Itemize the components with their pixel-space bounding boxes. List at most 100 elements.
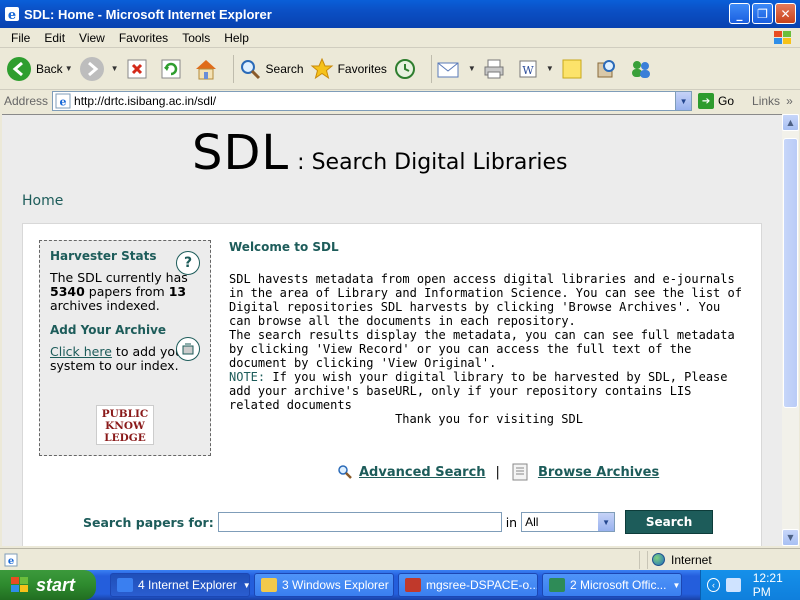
advanced-search-icon xyxy=(338,465,352,479)
research-button[interactable] xyxy=(594,57,622,81)
welcome-thanks: Thank you for visiting SDL xyxy=(395,412,583,426)
search-toolbar-button[interactable]: Search xyxy=(238,57,304,81)
windows-flag-icon xyxy=(774,31,791,44)
advanced-search-link[interactable]: Advanced Search xyxy=(359,465,486,480)
task-dropdown-icon: ▼ xyxy=(242,580,250,590)
address-url: http://drtc.isibang.ac.in/sdl/ xyxy=(74,94,217,108)
home-button[interactable] xyxy=(193,56,223,82)
menu-favorites[interactable]: Favorites xyxy=(112,31,175,45)
edit-button[interactable]: W ▼ xyxy=(516,57,554,81)
help-icon[interactable]: ? xyxy=(176,251,200,275)
welcome-section: Welcome to SDL SDL havests metadata from… xyxy=(229,240,749,426)
svg-text:W: W xyxy=(522,64,534,77)
welcome-note: NOTE: If you wish your digital library t… xyxy=(229,370,749,412)
stop-button[interactable] xyxy=(125,57,153,81)
sidebar-box: Harvester Stats ? The SDL currently has … xyxy=(39,240,211,456)
forward-dropdown-icon[interactable]: ▼ xyxy=(111,64,119,73)
start-button[interactable]: start xyxy=(0,570,96,600)
browser-viewport: SDL : Search Digital Libraries Home Harv… xyxy=(2,114,782,546)
links-toolbar[interactable]: Links xyxy=(752,94,780,108)
research-icon xyxy=(597,59,615,77)
add-archive-icon[interactable] xyxy=(176,337,200,361)
task-dspace-document[interactable]: mgsree-DSPACE-o... xyxy=(398,573,538,597)
address-bar: Address e http://drtc.isibang.ac.in/sdl/… xyxy=(0,90,800,112)
task-internet-explorer[interactable]: 4 Internet Explorer ▼ xyxy=(110,573,250,597)
search-button[interactable]: Search xyxy=(625,510,714,534)
scroll-up-icon[interactable]: ▲ xyxy=(782,114,799,131)
search-input[interactable] xyxy=(217,512,502,532)
go-button[interactable]: ➔ Go xyxy=(698,93,734,109)
archive-box-icon xyxy=(182,343,194,355)
menu-edit[interactable]: Edit xyxy=(37,31,72,45)
note-icon xyxy=(562,59,582,78)
tray-expand-icon[interactable]: ‹ xyxy=(707,578,721,592)
public-knowledge-logo[interactable]: PUBLIC KNOW LEDGE xyxy=(96,405,154,445)
mail-button[interactable]: ▼ xyxy=(436,57,476,81)
site-title-sub: : Search Digital Libraries xyxy=(297,150,568,175)
discuss-button[interactable] xyxy=(560,57,588,81)
vertical-scrollbar[interactable]: ▲ ▼ xyxy=(782,114,799,546)
browse-archives-link[interactable]: Browse Archives xyxy=(538,465,659,480)
history-icon xyxy=(394,58,415,79)
messenger-button[interactable] xyxy=(628,57,658,81)
title-bar: e SDL: Home - Microsoft Internet Explore… xyxy=(0,0,800,28)
logo-line-2: KNOW xyxy=(105,420,145,432)
network-icon[interactable] xyxy=(726,578,741,592)
add-archive-link[interactable]: Click here xyxy=(50,344,112,359)
links-chevron-icon[interactable]: » xyxy=(786,94,793,108)
menu-view[interactable]: View xyxy=(72,31,112,45)
welcome-heading: Welcome to SDL xyxy=(229,240,339,254)
edit-dropdown-icon[interactable]: ▼ xyxy=(546,64,554,73)
security-zone: Internet xyxy=(648,551,798,569)
stop-icon xyxy=(127,59,147,78)
task-windows-explorer[interactable]: 3 Windows Explorer ▼ xyxy=(254,573,394,597)
search-scope-select[interactable]: All ▼ xyxy=(521,512,616,532)
history-button[interactable] xyxy=(393,57,421,81)
printer-icon xyxy=(484,59,504,78)
maximize-button[interactable]: ❐ xyxy=(752,3,773,24)
refresh-button[interactable] xyxy=(159,57,187,81)
back-dropdown-icon[interactable]: ▼ xyxy=(65,64,73,73)
messenger-icon xyxy=(631,60,650,78)
zone-label: Internet xyxy=(671,552,712,567)
archives-count: 13 xyxy=(168,284,187,299)
internet-globe-icon xyxy=(652,553,665,566)
menu-tools[interactable]: Tools xyxy=(175,31,217,45)
magnifier-icon xyxy=(240,59,260,79)
task-microsoft-office[interactable]: 2 Microsoft Offic... ▼ xyxy=(542,573,682,597)
print-button[interactable] xyxy=(482,57,510,81)
go-arrow-icon: ➔ xyxy=(698,93,715,109)
go-label: Go xyxy=(718,94,735,108)
address-input[interactable]: e http://drtc.isibang.ac.in/sdl/ ▼ xyxy=(52,91,693,111)
minimize-button[interactable]: _ xyxy=(729,3,750,24)
favorites-button[interactable]: Favorites xyxy=(310,57,387,81)
toolbar: Back ▼ ▼ Search Favorites ▼ W ▼ xyxy=(0,48,800,90)
taskbar: start 4 Internet Explorer ▼ 3 Windows Ex… xyxy=(0,570,800,600)
forward-button[interactable]: ▼ xyxy=(79,56,119,82)
task-dropdown-icon: ▼ xyxy=(672,580,681,590)
add-archive-heading: Add Your Archive xyxy=(50,323,167,337)
back-label: Back xyxy=(36,61,63,76)
content-panel: Harvester Stats ? The SDL currently has … xyxy=(22,223,762,546)
mail-dropdown-icon[interactable]: ▼ xyxy=(468,64,476,73)
back-button[interactable]: Back ▼ xyxy=(6,56,73,82)
home-link[interactable]: Home xyxy=(22,193,63,209)
site-title-main: SDL xyxy=(192,125,290,181)
browse-archives-icon xyxy=(512,463,528,481)
address-dropdown-icon[interactable]: ▼ xyxy=(675,92,692,110)
menu-file[interactable]: File xyxy=(4,31,37,45)
favorites-label: Favorites xyxy=(337,61,387,76)
search-toolbar-label: Search xyxy=(265,61,304,76)
back-arrow-icon xyxy=(7,56,31,81)
svg-text:e: e xyxy=(8,8,16,22)
scroll-down-icon[interactable]: ▼ xyxy=(782,529,799,546)
task-label: 2 Microsoft Offic... xyxy=(570,578,667,592)
chevron-down-icon[interactable]: ▼ xyxy=(598,513,615,531)
scroll-thumb[interactable] xyxy=(783,138,798,408)
toolbar-separator xyxy=(232,54,234,83)
menu-help[interactable]: Help xyxy=(217,31,256,45)
window-title: SDL: Home - Microsoft Internet Explorer xyxy=(24,6,272,22)
action-separator: | xyxy=(495,464,500,480)
status-divider xyxy=(640,550,648,569)
close-button[interactable]: ✕ xyxy=(775,3,796,24)
